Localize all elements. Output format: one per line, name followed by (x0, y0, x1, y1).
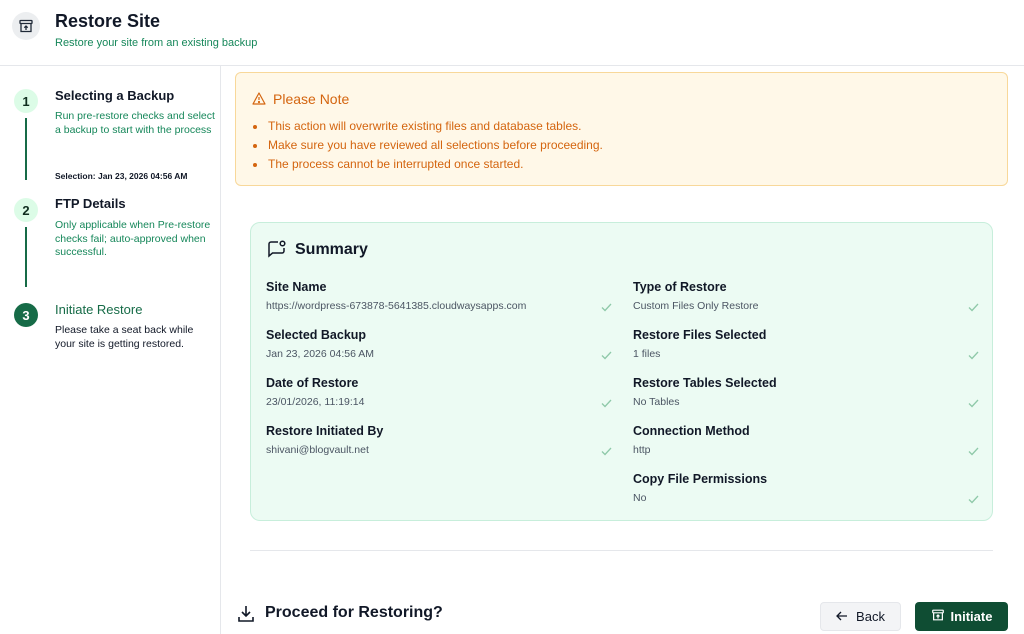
section-divider (250, 550, 993, 551)
step-1-selection: Selection: Jan 23, 2026 04:56 AM (55, 171, 188, 181)
step-3-description: Please take a seat back while your site … (55, 324, 194, 350)
step-connector (25, 118, 27, 180)
note-title: Please Note (273, 91, 350, 107)
step-3-number: 3 (14, 303, 38, 327)
page-title: Restore Site (55, 11, 161, 31)
field-label: Copy File Permissions (633, 472, 768, 486)
field-label: Connection Method (633, 424, 750, 438)
summary-field-site-name: Site Name https://wordpress-673878-56413… (266, 280, 612, 320)
note-item: The process cannot be interrupted once s… (250, 155, 603, 174)
field-value: 1 files (633, 348, 661, 360)
chat-bubble-icon (267, 239, 287, 264)
proceed-heading: Proceed for Restoring? (265, 604, 443, 621)
check-icon (601, 299, 612, 317)
stepper-sidebar: 1 Selecting a Backup Run pre-restore che… (0, 66, 221, 634)
note-item: This action will overwrite existing file… (250, 117, 603, 136)
field-value: https://wordpress-673878-5641385.cloudwa… (266, 300, 527, 312)
step-2-description: Only applicable when Pre-restore checks … (55, 219, 211, 258)
step-connector (25, 227, 27, 287)
summary-card: Summary Site Name https://wordpress-6738… (250, 222, 993, 521)
check-icon (968, 491, 979, 509)
field-value: 23/01/2026, 11:19:14 (266, 396, 365, 408)
initiate-button[interactable]: Initiate (915, 602, 1008, 631)
summary-field-files-selected: Restore Files Selected 1 files (633, 328, 979, 368)
initiate-button-label: Initiate (950, 609, 993, 624)
step-1-number: 1 (14, 89, 38, 113)
back-button[interactable]: Back (820, 602, 901, 631)
field-value: Jan 23, 2026 04:56 AM (266, 348, 374, 360)
field-label: Site Name (266, 280, 327, 294)
page-header: Restore Site Restore your site from an e… (0, 0, 1024, 66)
field-label: Restore Files Selected (633, 328, 767, 342)
note-list: This action will overwrite existing file… (250, 117, 603, 174)
summary-field-date-of-restore: Date of Restore 23/01/2026, 11:19:14 (266, 376, 612, 416)
warning-triangle-icon (252, 92, 266, 110)
step-1-title[interactable]: Selecting a Backup (55, 88, 174, 103)
step-2-title[interactable]: FTP Details (55, 196, 126, 211)
field-value: http (633, 444, 651, 456)
step-1-description: Run pre-restore checks and select a back… (55, 110, 215, 136)
note-item: Make sure you have reviewed all selectio… (250, 136, 603, 155)
field-value: No (633, 492, 647, 504)
summary-field-selected-backup: Selected Backup Jan 23, 2026 04:56 AM (266, 328, 612, 368)
step-3-title[interactable]: Initiate Restore (55, 302, 142, 317)
page-subtitle: Restore your site from an existing backu… (55, 37, 258, 49)
back-button-label: Back (856, 609, 885, 624)
field-label: Date of Restore (266, 376, 359, 390)
check-icon (968, 443, 979, 461)
field-label: Selected Backup (266, 328, 367, 342)
check-icon (601, 443, 612, 461)
check-icon (968, 395, 979, 413)
check-icon (601, 395, 612, 413)
summary-title: Summary (295, 241, 368, 258)
summary-field-connection-method: Connection Method http (633, 424, 979, 464)
summary-field-tables-selected: Restore Tables Selected No Tables (633, 376, 979, 416)
summary-field-copy-permissions: Copy File Permissions No (633, 472, 979, 512)
arrow-left-icon (836, 609, 848, 624)
check-icon (601, 347, 612, 365)
step-2-number: 2 (14, 198, 38, 222)
download-icon (236, 604, 256, 629)
archive-restore-icon (931, 608, 945, 625)
summary-field-type-of-restore: Type of Restore Custom Files Only Restor… (633, 280, 979, 320)
field-value: No Tables (633, 396, 680, 408)
warning-note: Please Note This action will overwrite e… (235, 72, 1008, 186)
field-label: Type of Restore (633, 280, 727, 294)
field-label: Restore Tables Selected (633, 376, 777, 390)
check-icon (968, 347, 979, 365)
archive-restore-icon (12, 12, 40, 40)
check-icon (968, 299, 979, 317)
field-value: Custom Files Only Restore (633, 300, 759, 312)
field-label: Restore Initiated By (266, 424, 384, 438)
summary-field-initiated-by: Restore Initiated By shivani@blogvault.n… (266, 424, 612, 464)
field-value: shivani@blogvault.net (266, 444, 369, 456)
